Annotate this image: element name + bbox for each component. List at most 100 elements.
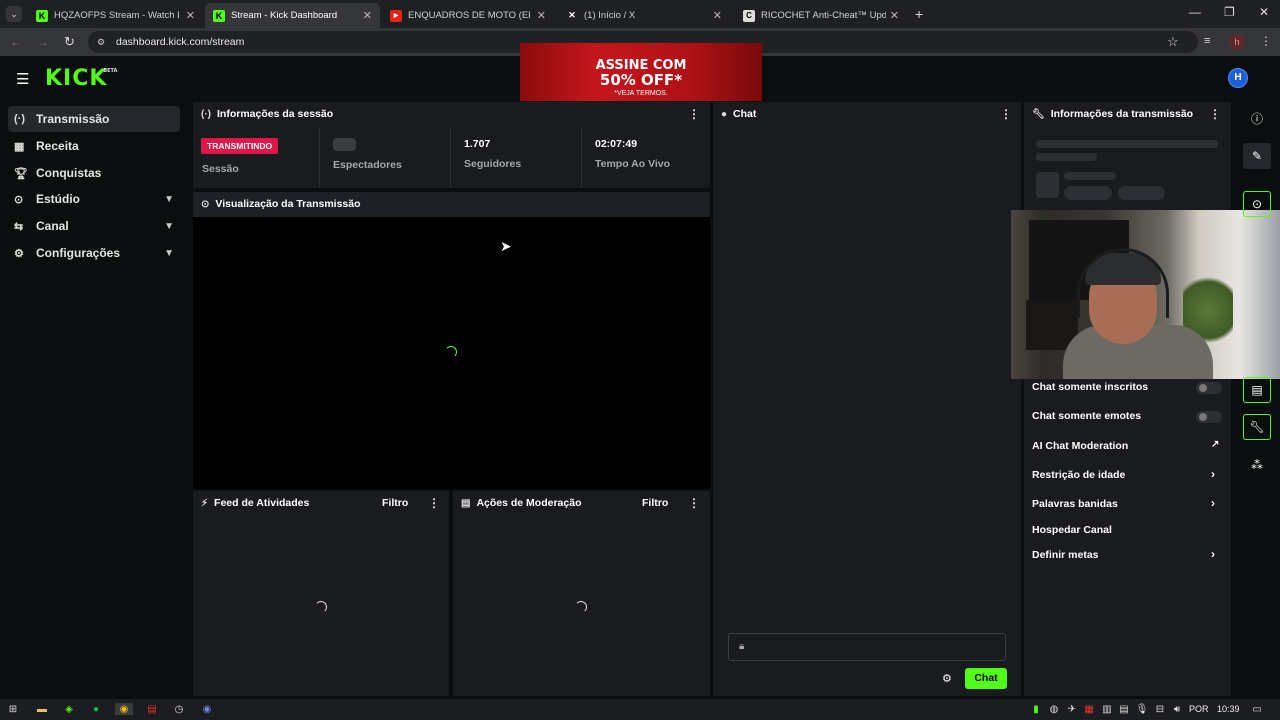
sidebar-item-canal[interactable]: ⇆ Canal ▼ [8,213,180,239]
tray-app-icon[interactable]: ▦ [1083,703,1095,715]
wrench-toggle-icon[interactable]: 🔧︎ [1243,414,1271,440]
close-window-icon[interactable]: ✕ [1259,5,1269,19]
close-icon[interactable]: ✕ [713,9,722,22]
tab-title: (1) Início / X [584,10,636,21]
filter-button[interactable]: Filtro [382,497,408,509]
tab-search-button[interactable]: ⌄ [6,6,22,22]
chevron-right-icon[interactable]: › [1211,547,1215,561]
xbox-icon[interactable]: ◈ [63,703,75,715]
panel-title: Feed de Atividades [214,497,310,509]
chat-input[interactable]: 🔒︎ [728,633,1006,661]
loading-skeleton [1118,186,1165,200]
more-options-icon[interactable]: ⋮ [688,107,700,121]
tray-app-icon[interactable]: ▥ [1101,703,1113,715]
forward-icon[interactable]: → [37,35,49,49]
sidebar-item-transmissao[interactable]: (·) Transmissão [8,106,180,132]
more-options-icon[interactable]: ⋮ [1209,107,1221,121]
chat-header: ● Chat [713,102,1021,126]
site-info-icon[interactable]: ⚙ [97,31,105,53]
more-options-icon[interactable]: ⋮ [428,496,440,510]
input-language[interactable]: POR [1189,704,1209,714]
restore-icon[interactable]: ❐ [1224,5,1235,19]
close-icon[interactable]: ✕ [890,9,899,22]
browser-tab-active[interactable]: K Stream - Kick Dashboard ✕ [205,3,380,28]
setting-host-channel[interactable]: Hospedar Canal [1032,524,1112,536]
profile-avatar[interactable]: h [1229,34,1245,50]
stat-value: 02:07:49 [595,138,638,150]
loading-skeleton [1036,153,1097,161]
chevron-down-icon[interactable]: ▼ [164,221,174,232]
external-link-icon[interactable]: ↗ [1211,439,1219,450]
chevron-right-icon[interactable]: › [1211,467,1215,481]
minimize-icon[interactable]: — [1189,5,1201,19]
setting-banned-words[interactable]: Palavras banidas [1032,498,1118,510]
discord-icon[interactable]: ◉ [201,703,213,715]
chat-settings-icon[interactable]: ⚙ [942,672,952,685]
volume-icon[interactable]: 🔊︎ [1171,703,1183,715]
setting-ai-moderation[interactable]: AI Chat Moderation [1032,440,1128,452]
tray-app-icon[interactable]: ◍ [1048,703,1060,715]
new-tab-button[interactable]: + [915,6,923,22]
clock-app-icon[interactable]: ◷ [173,703,185,715]
send-chat-button[interactable]: Chat [965,668,1007,689]
sidebar-item-conquistas[interactable]: 🏆︎ Conquistas [8,160,180,186]
widgets-icon[interactable]: ⁂ [1243,452,1271,478]
close-icon[interactable]: ✕ [186,9,195,22]
preview-toggle-icon[interactable]: ⊙ [1243,191,1271,217]
hamburger-menu-icon[interactable]: ☰ [16,70,29,88]
browser-tab[interactable]: K HQZAOFPS Stream - Watch Live ✕ [28,3,203,28]
emotes-only-toggle[interactable] [1196,411,1222,423]
network-icon[interactable]: ⊟ [1154,703,1166,715]
stat-label: Espectadores [333,159,402,171]
browser-tab[interactable]: C RICOCHET Anti-Cheat™ Update ✕ [735,3,907,28]
chrome-icon[interactable]: ◉ [115,703,133,715]
viewers-loading-skeleton [333,138,356,151]
file-explorer-icon[interactable]: ▬ [36,703,48,715]
user-avatar[interactable]: H [1228,68,1248,88]
microphone-icon[interactable]: 🎙︎ [1136,703,1149,715]
setting-subscribers-only: Chat somente inscritos [1032,381,1149,393]
back-icon[interactable]: ← [10,35,22,49]
chevron-down-icon[interactable]: ▼ [164,194,174,205]
taskbar-clock[interactable]: 10:39 [1217,704,1240,714]
chevron-down-icon[interactable]: ▼ [164,248,174,259]
sidebar-item-configuracoes[interactable]: ⚙ Configurações ▼ [8,240,180,266]
shield-icon: ▤ [461,497,471,509]
reload-icon[interactable]: ↻ [64,34,75,50]
windows-start-icon[interactable]: ⊞ [7,703,19,715]
bookmark-star-icon[interactable]: ☆ [1167,34,1179,50]
more-options-icon[interactable]: ⋮ [1000,107,1012,121]
more-options-icon[interactable]: ⋮ [688,496,700,510]
news-app-icon[interactable]: ▤ [146,703,158,715]
panel-title: Informações da transmissão [1050,108,1194,120]
pencil-icon[interactable]: ✎ [1243,143,1271,169]
lock-icon: 🔒︎ [739,641,745,652]
filter-button[interactable]: Filtro [642,497,668,509]
setting-set-goals[interactable]: Definir metas [1032,549,1099,561]
tray-app-icon[interactable]: ▤ [1118,703,1130,715]
subscribers-only-toggle[interactable] [1196,382,1222,394]
setting-age-restriction[interactable]: Restrição de idade [1032,469,1125,481]
notifications-icon[interactable]: ▭ [1251,703,1263,715]
moderation-toggle-icon[interactable]: ▤ [1243,377,1271,403]
chevron-right-icon[interactable]: › [1211,496,1215,510]
stat-label: Seguidores [464,158,522,170]
sidebar-item-receita[interactable]: ▦ Receita [8,133,180,159]
browser-menu-icon[interactable]: ⋮ [1260,34,1272,48]
studio-icon: ⊙ [14,193,24,206]
close-icon[interactable]: ✕ [537,9,546,22]
info-icon[interactable]: ⓘ [1243,105,1271,131]
sidebar-item-label: Conquistas [36,166,102,180]
sidebar-item-estudio[interactable]: ⊙ Estúdio ▼ [8,186,180,212]
media-control-icon[interactable]: ≡ [1204,35,1210,47]
close-icon[interactable]: ✕ [363,9,372,22]
tray-app-icon[interactable]: ▮ [1030,703,1042,715]
browser-tab[interactable]: ✕ (1) Início / X ✕ [558,3,730,28]
trophy-icon: 🏆︎ [14,167,28,180]
spotify-icon[interactable]: ● [90,703,102,715]
tray-app-icon[interactable]: ✈ [1066,703,1078,715]
panel-title: Ações de Moderação [476,497,582,509]
advertisement-banner[interactable]: ASSINE COM 50% OFF* *VEJA TERMOS. [520,43,762,101]
kick-logo[interactable]: KICK BETA [45,66,117,91]
browser-tab[interactable]: ▶ ENQUADROS DE MOTO (EP. 52 ✕ [382,3,554,28]
